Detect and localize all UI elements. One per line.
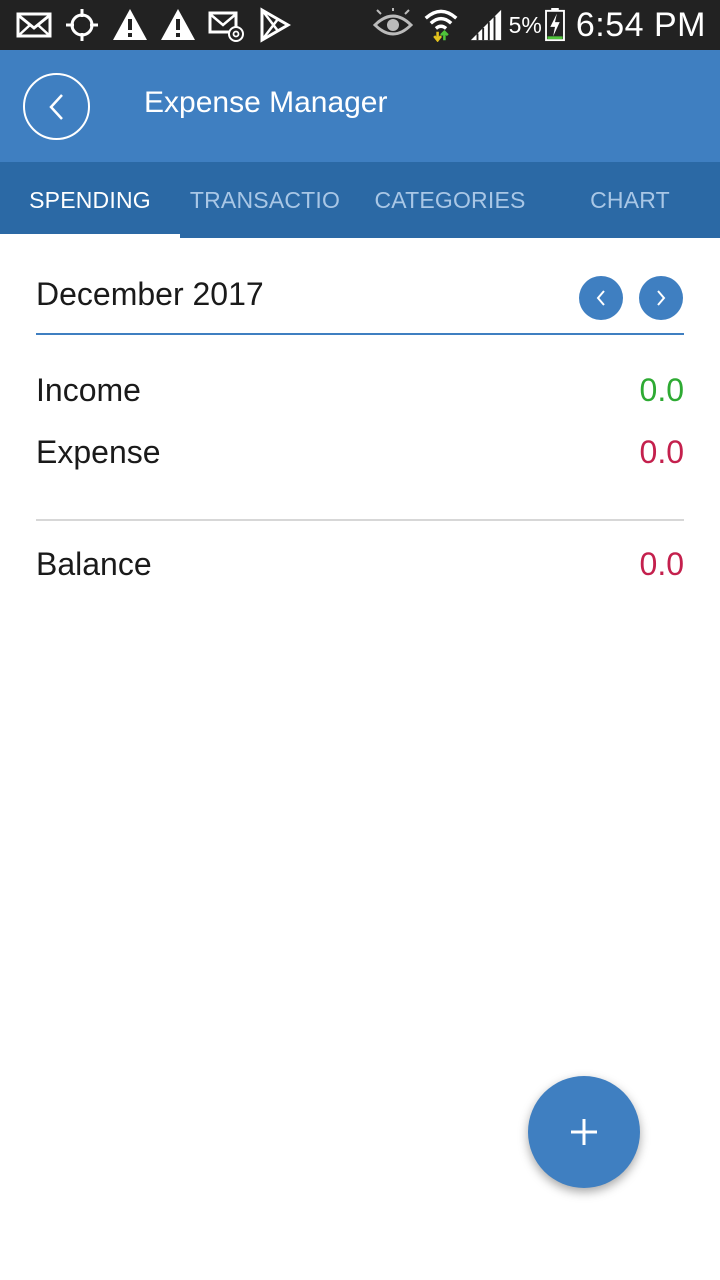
battery-percent: 5%	[508, 11, 542, 38]
balance-value: 0.0	[639, 546, 684, 582]
play-store-icon	[260, 7, 292, 43]
app-bar: Expense Manager	[0, 50, 720, 162]
balance-row: Balance 0.0	[36, 546, 684, 596]
tab-bar: SPENDING TRANSACTIO CATEGORIES CHART	[0, 162, 720, 238]
expense-row: Expense 0.0	[36, 434, 684, 484]
income-row: Income 0.0	[36, 372, 684, 422]
mail-icon	[16, 12, 52, 38]
previous-month-button[interactable]	[579, 276, 623, 320]
plus-icon	[571, 1119, 597, 1145]
tab-categories[interactable]: CATEGORIES	[350, 162, 550, 238]
expense-label: Expense	[36, 434, 161, 470]
chevron-right-icon	[657, 290, 666, 306]
back-button[interactable]	[23, 73, 90, 140]
expense-value: 0.0	[639, 434, 684, 470]
month-underline	[36, 333, 684, 335]
app-title: Expense Manager	[144, 86, 388, 119]
month-label: December 2017	[36, 276, 264, 312]
next-month-button[interactable]	[639, 276, 683, 320]
tab-transactions[interactable]: TRANSACTIO	[180, 162, 350, 238]
income-value: 0.0	[639, 372, 684, 408]
eye-icon	[372, 8, 413, 36]
balance-label: Balance	[36, 546, 152, 582]
system-icons: 5% 6:54 PM	[363, 0, 706, 50]
chevron-left-icon	[596, 290, 605, 306]
notification-icons	[16, 6, 304, 44]
status-bar: 5% 6:54 PM	[0, 0, 720, 50]
signal-icon	[470, 9, 501, 41]
gps-target-icon	[66, 9, 98, 41]
battery-charging-icon	[544, 8, 565, 42]
warning-icon	[161, 9, 195, 40]
income-label: Income	[36, 372, 141, 408]
email-at-icon	[208, 11, 244, 42]
month-selector: December 2017	[36, 238, 684, 335]
chevron-left-icon	[48, 93, 63, 120]
clock: 6:54 PM	[575, 5, 706, 44]
wifi-icon	[424, 9, 458, 42]
tab-spending[interactable]: SPENDING	[0, 162, 180, 238]
warning-icon	[113, 9, 147, 40]
add-transaction-button[interactable]	[528, 1076, 640, 1188]
tab-chart[interactable]: CHART	[550, 162, 710, 238]
divider	[36, 519, 684, 521]
